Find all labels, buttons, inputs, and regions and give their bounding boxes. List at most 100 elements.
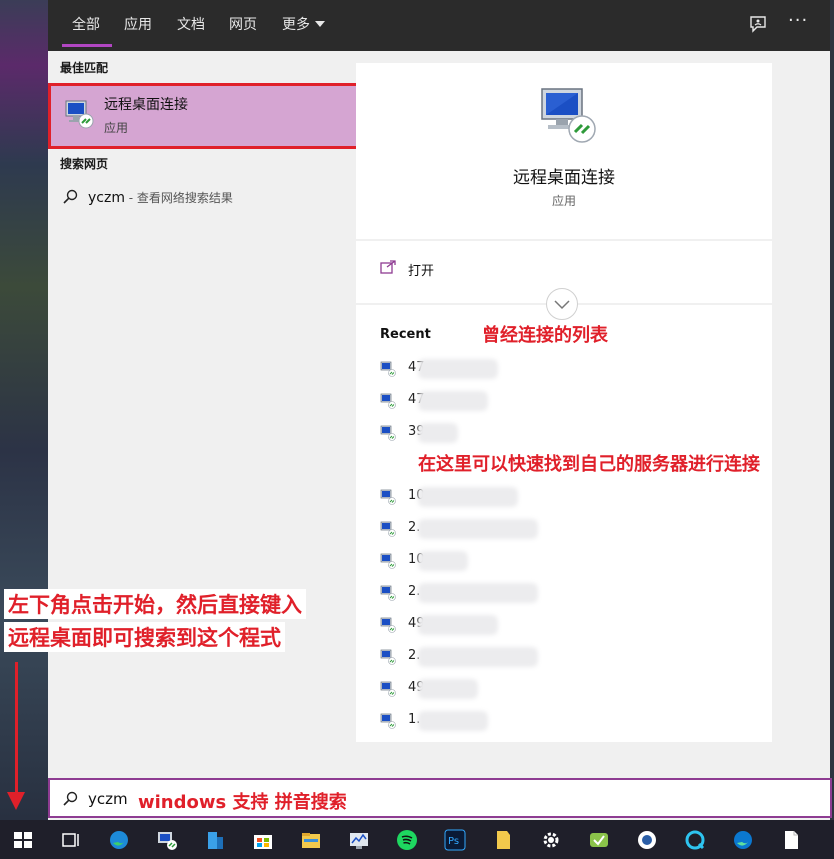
annotation-pinyin-search: windows 支持 拼音搜索 — [138, 792, 347, 813]
chat-app-icon — [638, 831, 656, 849]
taskbar-button-edge-beta[interactable] — [720, 824, 766, 856]
recent-connection-item[interactable]: 49 — [380, 677, 740, 701]
redacted-address — [418, 423, 458, 443]
windows-start-icon — [14, 832, 32, 848]
remote-desktop-icon — [380, 585, 396, 601]
recent-connection-item[interactable]: 47 — [380, 389, 740, 413]
taskbar-button-settings-gear[interactable] — [528, 824, 574, 856]
recent-connection-item[interactable]: 10 — [380, 485, 740, 509]
taskbar-button-task-view[interactable] — [48, 824, 94, 856]
remote-desktop-icon — [380, 617, 396, 633]
taskbar-button-remote-desktop[interactable] — [144, 824, 190, 856]
taskbar-button-spotify[interactable] — [384, 824, 430, 856]
taskbar-button-windows-start[interactable] — [0, 824, 46, 856]
settings-gear-icon — [543, 832, 559, 848]
tab-documents[interactable]: 文档 — [177, 14, 205, 36]
taskbar-button-q-app[interactable] — [672, 824, 718, 856]
recent-connection-item[interactable]: 2. — [380, 581, 740, 605]
spotify-icon — [397, 830, 417, 850]
microsoft-store-icon — [254, 835, 272, 849]
recent-connections: Recent 47 47 39 10 2. 10 2. 49 2. 49 1. — [356, 305, 772, 742]
taskbar-button-microsoft-store[interactable] — [240, 824, 286, 856]
preview-header: 远程桌面连接 应用 — [356, 63, 772, 239]
redacted-address — [418, 647, 538, 667]
feedback-icon[interactable] — [748, 14, 768, 34]
taskbar-button-green-app[interactable] — [576, 824, 622, 856]
remote-desktop-icon — [380, 489, 396, 505]
remote-desktop-icon — [158, 832, 177, 850]
performance-monitor-icon — [350, 833, 368, 849]
search-tabs-bar: 全部 应用 文档 网页 更多 ··· — [48, 0, 830, 51]
recent-connection-item[interactable]: 39 — [380, 421, 740, 445]
active-tab-indicator — [62, 44, 112, 47]
desktop-edge — [830, 0, 834, 820]
recent-connection-item[interactable]: 47 — [380, 357, 740, 381]
web-search-heading: 搜索网页 — [60, 157, 109, 171]
annotation-arrow-head — [7, 792, 25, 810]
web-query-text: yczm — [88, 190, 125, 206]
tab-more-label: 更多 — [282, 17, 310, 33]
taskbar-button-edge[interactable] — [96, 824, 142, 856]
open-icon — [380, 260, 396, 274]
remote-desktop-icon — [541, 88, 596, 143]
folder-note-icon — [497, 831, 510, 849]
remote-desktop-icon — [380, 713, 396, 729]
remote-desktop-icon — [380, 521, 396, 537]
recent-heading: Recent — [380, 327, 431, 342]
taskbar-button-file-explorer[interactable] — [288, 824, 334, 856]
recent-connection-item[interactable]: 2. — [380, 517, 740, 541]
annotation-start-instructions-line2: 远程桌面即可搜索到这个程式 — [4, 622, 285, 652]
remote-desktop-icon — [380, 553, 396, 569]
web-search-result[interactable]: yczm - 查看网络搜索结果 — [48, 179, 392, 215]
taskbar-button-document[interactable] — [768, 824, 814, 856]
best-match-result[interactable]: 远程桌面连接 应用 — [48, 83, 392, 149]
recent-connection-item[interactable]: 1. — [380, 709, 740, 733]
redacted-address — [418, 679, 478, 699]
taskbar-button-building-app[interactable] — [192, 824, 238, 856]
recent-connection-item[interactable]: 2. — [380, 645, 740, 669]
more-options-button[interactable]: ··· — [788, 10, 808, 31]
edge-beta-icon — [734, 831, 752, 849]
search-icon — [63, 189, 78, 204]
redacted-address — [418, 519, 538, 539]
green-app-icon — [590, 833, 608, 847]
tab-apps[interactable]: 应用 — [124, 14, 152, 36]
redacted-address — [418, 551, 468, 571]
remote-desktop-icon — [380, 649, 396, 665]
best-match-type: 应用 — [104, 121, 129, 135]
taskbar: Ps — [0, 820, 834, 859]
redacted-address — [418, 615, 498, 635]
web-query-suffix: - 查看网络搜索结果 — [124, 191, 233, 205]
annotation-start-instructions-line1: 左下角点击开始，然后直接键入 — [4, 589, 306, 619]
taskbar-button-folder-note[interactable] — [480, 824, 526, 856]
annotation-arrow-line — [15, 662, 18, 794]
task-view-icon — [62, 833, 79, 847]
open-action[interactable]: 打开 — [408, 260, 434, 279]
results-list: 最佳匹配 远程桌面连接 应用 搜索网页 yczm - 查看网络搜索结果 — [48, 51, 398, 778]
redacted-address — [418, 711, 488, 731]
remote-desktop-icon — [380, 681, 396, 697]
redacted-address — [418, 583, 538, 603]
redacted-address — [418, 487, 518, 507]
remote-desktop-icon — [380, 361, 396, 377]
taskbar-button-performance-monitor[interactable] — [336, 824, 382, 856]
annotation-quick-find: 在这里可以快速找到自己的服务器进行连接 — [418, 450, 760, 476]
expand-button[interactable] — [546, 288, 578, 320]
tab-all[interactable]: 全部 — [72, 14, 100, 36]
desktop-background — [0, 0, 48, 820]
taskbar-button-chat-app[interactable] — [624, 824, 670, 856]
taskbar-button-photoshop[interactable]: Ps — [432, 824, 478, 856]
chevron-down-icon — [554, 300, 570, 310]
tab-web[interactable]: 网页 — [229, 14, 257, 36]
tab-more[interactable]: 更多 — [282, 14, 325, 36]
building-app-icon — [208, 832, 223, 849]
preview-title: 远程桌面连接 — [513, 168, 615, 188]
svg-text:Ps: Ps — [448, 836, 459, 847]
recent-connection-item[interactable]: 10 — [380, 549, 740, 573]
search-icon — [63, 791, 78, 806]
caret-down-icon — [315, 21, 325, 27]
recent-connection-item[interactable]: 49 — [380, 613, 740, 637]
best-match-title: 远程桌面连接 — [104, 97, 188, 113]
search-input-value[interactable]: yczm — [88, 790, 128, 808]
edge-icon — [110, 831, 128, 849]
